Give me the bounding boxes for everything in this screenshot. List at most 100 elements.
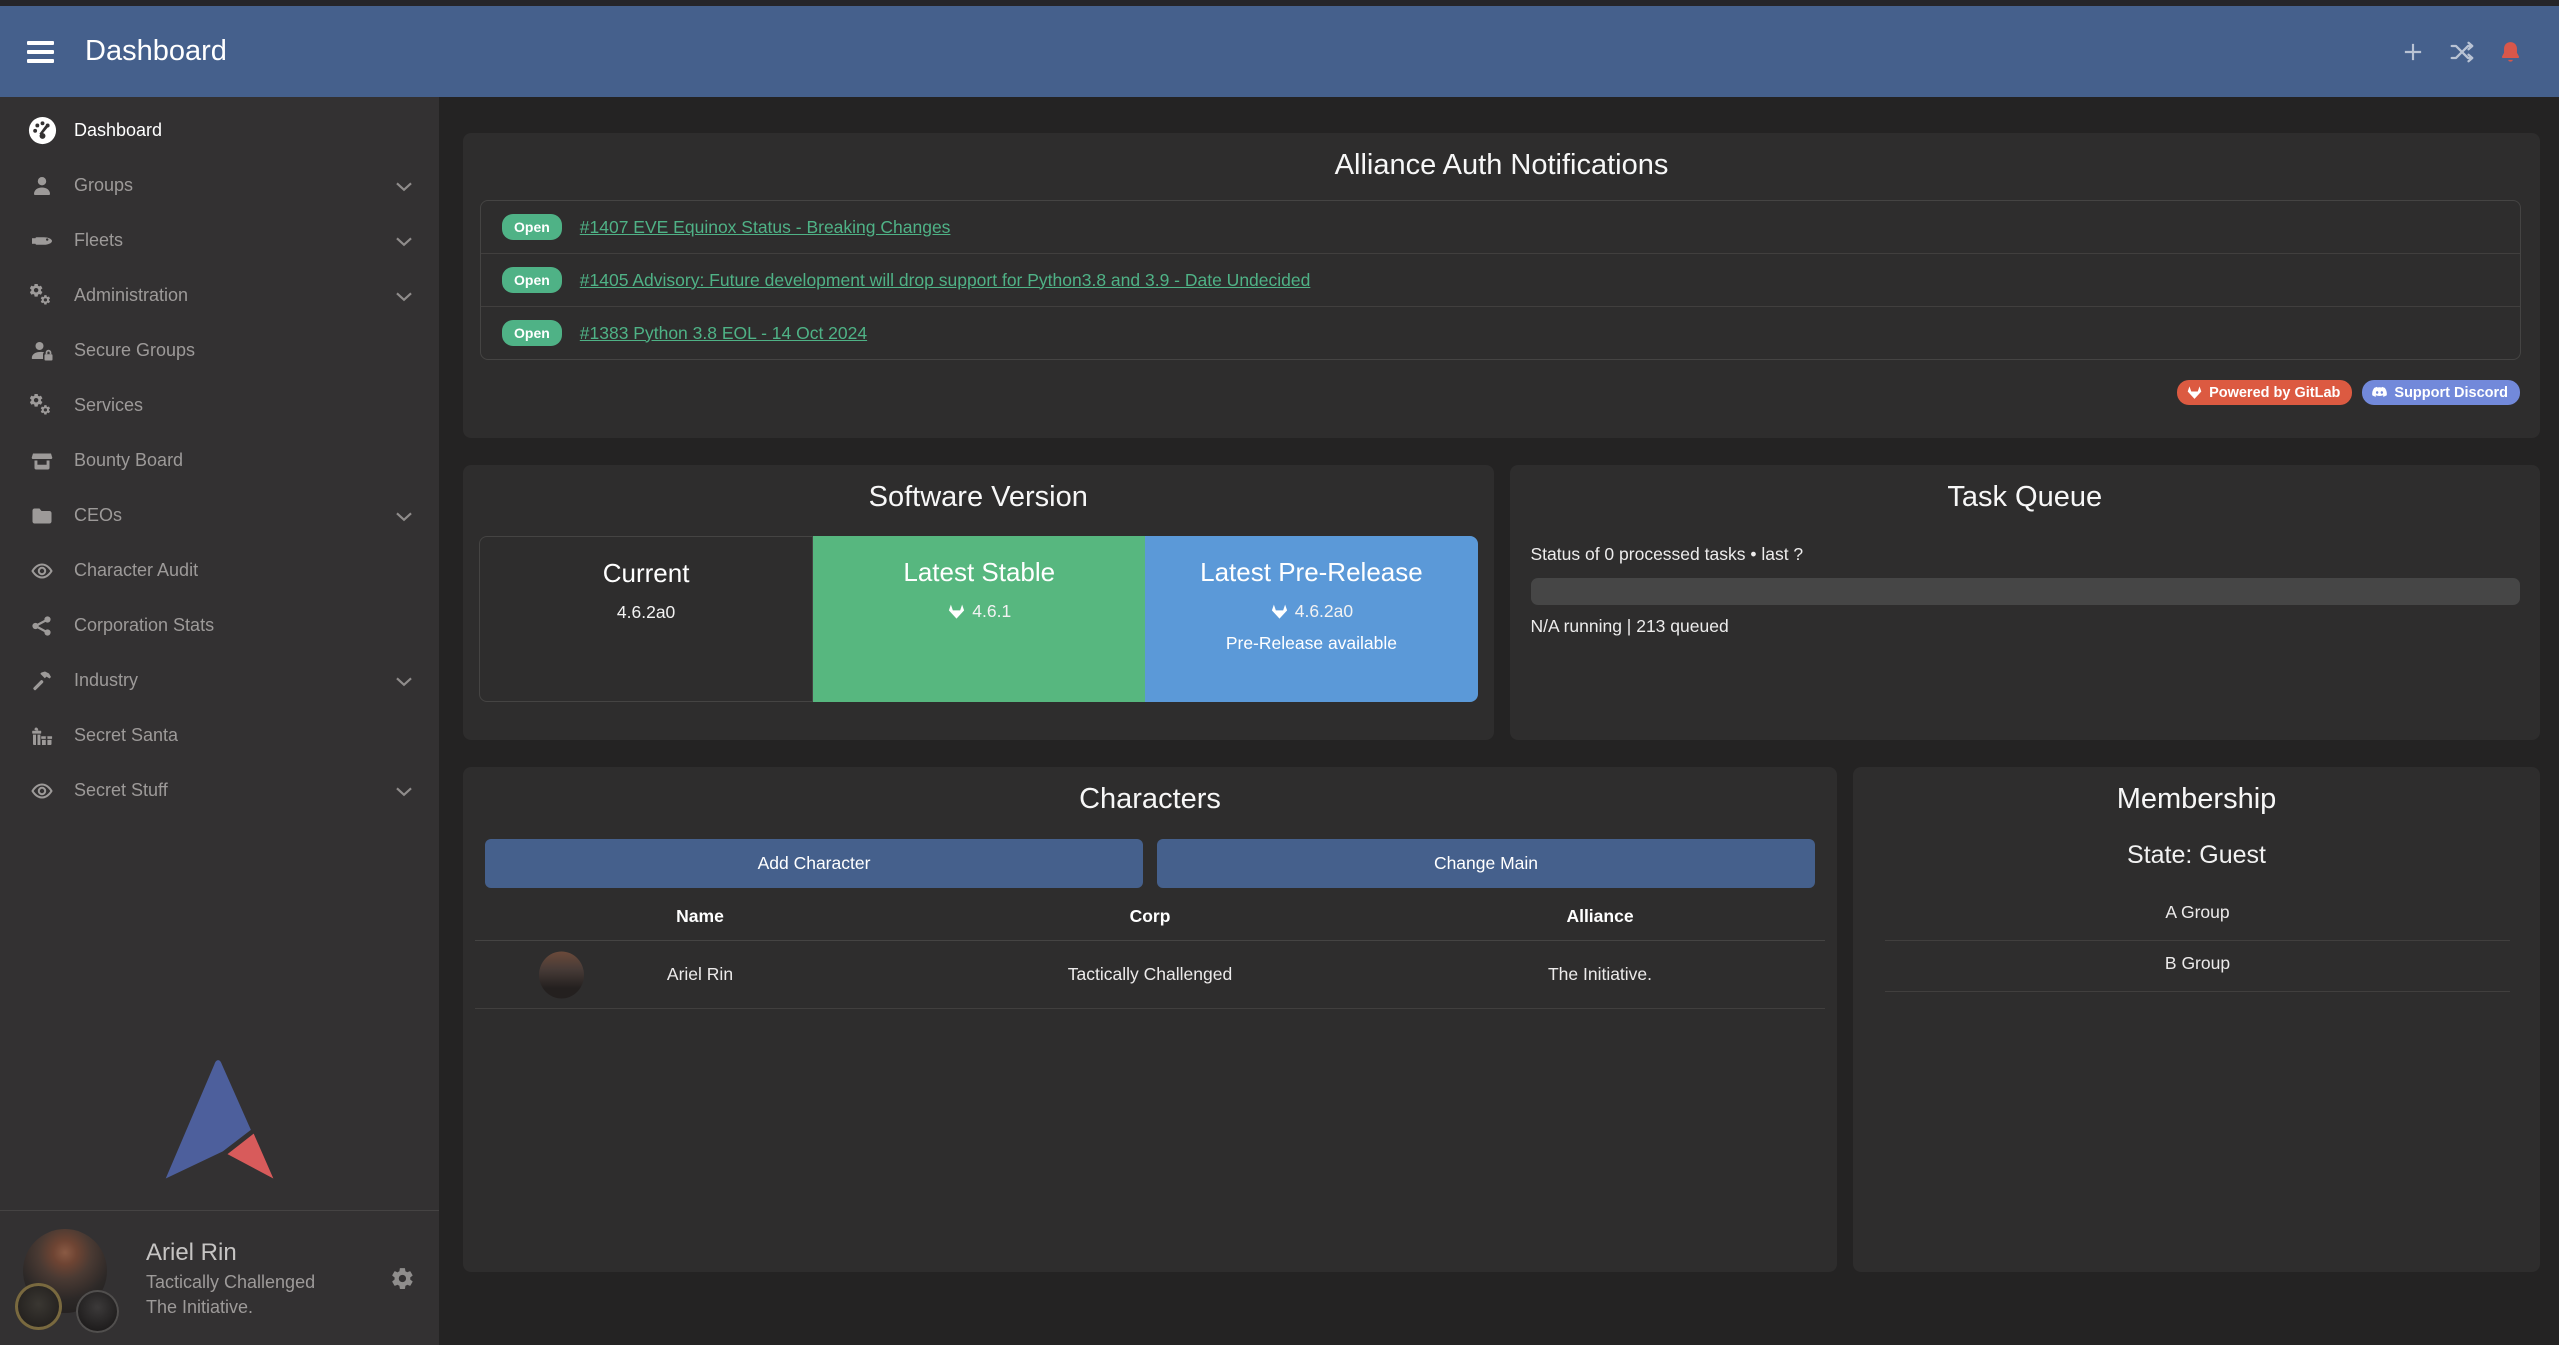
version-cell-current: Current 4.6.2a0	[479, 536, 813, 702]
sidebar-item-services[interactable]: Services	[0, 378, 439, 433]
version-cell-heading: Latest Stable	[813, 557, 1145, 588]
alliance-logo	[76, 1290, 119, 1333]
sidebar-item-label: CEOs	[74, 505, 122, 526]
membership-panel: Membership State: Guest A Group B Group	[1853, 767, 2540, 1272]
add-character-button[interactable]: Add Character	[485, 839, 1143, 888]
powered-by-gitlab-badge[interactable]: Powered by GitLab	[2177, 380, 2352, 405]
software-version-panel: Software Version Current 4.6.2a0 Latest …	[463, 465, 1494, 740]
shield-label: Powered by GitLab	[2209, 385, 2340, 401]
user-icon	[25, 171, 59, 201]
sidebar: Dashboard Groups	[0, 97, 439, 1345]
sidebar-item-label: Services	[74, 395, 143, 416]
character-portrait	[539, 951, 584, 998]
user-corp: Tactically Challenged	[146, 1272, 315, 1293]
membership-title: Membership	[1853, 767, 2540, 816]
list-item: B Group	[1885, 941, 2510, 992]
task-queue-status: Status of 0 processed tasks • last ?	[1531, 544, 2521, 565]
sidebar-item-corporation-stats[interactable]: Corporation Stats	[0, 598, 439, 653]
gitlab-icon	[2186, 384, 2203, 401]
column-header-name: Name	[475, 906, 925, 927]
add-character-icon[interactable]	[2400, 39, 2426, 65]
sidebar-item-character-audit[interactable]: Character Audit	[0, 543, 439, 598]
sidebar-item-secret-stuff[interactable]: Secret Stuff	[0, 763, 439, 818]
notifications-bell-icon[interactable]	[2498, 39, 2523, 65]
sidebar-item-label: Fleets	[74, 230, 123, 251]
notifications-title: Alliance Auth Notifications	[463, 133, 2540, 182]
membership-groups: A Group B Group	[1885, 890, 2510, 992]
chevron-down-icon	[391, 778, 417, 804]
gears-icon	[25, 391, 59, 421]
sidebar-item-label: Secure Groups	[74, 340, 195, 361]
status-badge: Open	[502, 267, 562, 293]
sidebar-item-label: Administration	[74, 285, 188, 306]
chevron-down-icon	[391, 228, 417, 254]
version-cell-heading: Latest Pre-Release	[1145, 557, 1477, 588]
gifts-icon	[25, 721, 59, 751]
notification-link[interactable]: #1407 EVE Equinox Status - Breaking Chan…	[580, 217, 951, 238]
status-badge: Open	[502, 214, 562, 240]
sidebar-item-label: Secret Santa	[74, 725, 178, 746]
gear-icon[interactable]	[390, 1266, 415, 1291]
sidebar-item-bounty-board[interactable]: Bounty Board	[0, 433, 439, 488]
cell-alliance: The Initiative.	[1375, 964, 1825, 985]
sidebar-item-administration[interactable]: Administration	[0, 268, 439, 323]
user-panel: Ariel Rin Tactically Challenged The Init…	[0, 1210, 439, 1345]
space-shuttle-icon	[25, 226, 59, 256]
sidebar-item-label: Secret Stuff	[74, 780, 168, 801]
menu-toggle-icon[interactable]	[27, 41, 54, 63]
sidebar-item-industry[interactable]: Industry	[0, 653, 439, 708]
sidebar-item-groups[interactable]: Groups	[0, 158, 439, 213]
column-header-corp: Corp	[925, 906, 1375, 927]
list-item: A Group	[1885, 890, 2510, 941]
hammer-icon	[25, 666, 59, 696]
sidebar-item-label: Bounty Board	[74, 450, 183, 471]
sidebar-item-label: Dashboard	[74, 120, 162, 141]
version-number: 4.6.2a0	[617, 602, 675, 623]
gears-icon	[25, 281, 59, 311]
cell-corp: Tactically Challenged	[925, 964, 1375, 985]
sidebar-item-ceos[interactable]: CEOs	[0, 488, 439, 543]
task-queue-title: Task Queue	[1510, 465, 2541, 514]
gitlab-icon	[1270, 602, 1289, 621]
characters-title: Characters	[463, 767, 1837, 816]
sidebar-item-secure-groups[interactable]: Secure Groups	[0, 323, 439, 378]
shuffle-icon[interactable]	[2449, 39, 2475, 65]
change-main-button[interactable]: Change Main	[1157, 839, 1815, 888]
avatar	[18, 1226, 118, 1330]
version-number: 4.6.2a0	[1295, 601, 1353, 622]
version-cell-stable: Latest Stable 4.6.1	[813, 536, 1145, 702]
version-cell-heading: Current	[480, 558, 812, 589]
characters-panel: Characters Add Character Change Main Nam…	[463, 767, 1837, 1272]
gitlab-icon	[947, 602, 966, 621]
eye-icon	[25, 556, 59, 586]
version-number: 4.6.1	[972, 601, 1011, 622]
task-queue-caption: N/A running | 213 queued	[1531, 616, 2521, 637]
share-icon	[25, 611, 59, 641]
notification-item: Open #1383 Python 3.8 EOL - 14 Oct 2024	[481, 306, 2520, 359]
status-badge: Open	[502, 320, 562, 346]
alliance-auth-logo	[0, 1055, 439, 1210]
gauge-icon	[25, 116, 59, 146]
top-navbar: Dashboard	[0, 6, 2559, 97]
notification-link[interactable]: #1405 Advisory: Future development will …	[580, 270, 1311, 291]
version-cell-prerelease: Latest Pre-Release 4.6.2a0 Pre-Release a…	[1145, 536, 1477, 702]
discord-icon	[2371, 384, 2388, 401]
chevron-down-icon	[391, 668, 417, 694]
sidebar-item-dashboard[interactable]: Dashboard	[0, 103, 439, 158]
support-discord-badge[interactable]: Support Discord	[2362, 380, 2520, 405]
chevron-down-icon	[391, 173, 417, 199]
notifications-list: Open #1407 EVE Equinox Status - Breaking…	[480, 200, 2521, 360]
user-lock-icon	[25, 336, 59, 366]
chevron-down-icon	[391, 503, 417, 529]
main-content: Alliance Auth Notifications Open #1407 E…	[439, 97, 2559, 1345]
sidebar-item-secret-santa[interactable]: Secret Santa	[0, 708, 439, 763]
user-alliance: The Initiative.	[146, 1297, 315, 1318]
membership-state: State: Guest	[1853, 841, 2540, 870]
sidebar-item-fleets[interactable]: Fleets	[0, 213, 439, 268]
shield-label: Support Discord	[2394, 385, 2508, 401]
eye-icon	[25, 776, 59, 806]
notification-link[interactable]: #1383 Python 3.8 EOL - 14 Oct 2024	[580, 323, 867, 344]
sidebar-item-label: Character Audit	[74, 560, 198, 581]
corp-logo	[15, 1283, 62, 1330]
notification-item: Open #1405 Advisory: Future development …	[481, 253, 2520, 306]
